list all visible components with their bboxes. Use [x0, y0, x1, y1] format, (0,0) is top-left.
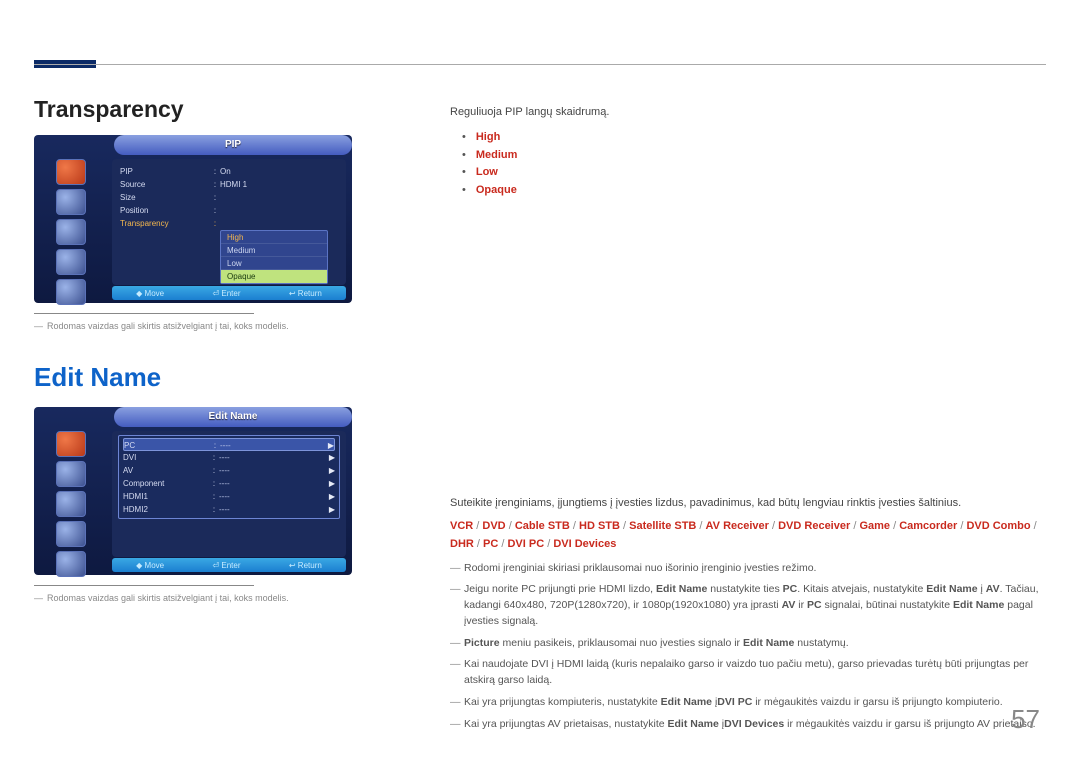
osd-side-icons	[40, 427, 102, 581]
osd-title: Edit Name	[114, 407, 352, 427]
page-number: 57	[1011, 704, 1040, 735]
list-item: Medium	[462, 147, 1040, 165]
note-item: Rodomi įrenginiai skiriasi priklausomai …	[464, 561, 1040, 577]
list-item: Opaque	[462, 182, 1040, 200]
osd-title: PIP	[114, 135, 352, 155]
osd-footer: ◆ Move ⏎ Enter ↩ Return	[112, 286, 346, 300]
heading-transparency: Transparency	[34, 96, 414, 123]
divider	[34, 313, 254, 314]
osd-dropdown: High Medium Low Opaque	[220, 230, 328, 284]
device-list: VCR / DVD / Cable STB / HD STB / Satelli…	[450, 518, 1040, 552]
header-rule	[34, 64, 1046, 65]
list-item: High	[462, 129, 1040, 147]
transparency-intro: Reguliuoja PIP langų skaidrumą.	[450, 104, 1040, 121]
divider	[34, 585, 254, 586]
disclaimer-note: ―Rodomas vaizdas gali skirtis atsižvelgi…	[34, 320, 414, 332]
osd-screenshot-edit-name: Edit Name PC:----▶ DVI:----▶ AV:----▶ Co…	[34, 407, 352, 575]
note-sub: Kai yra prijungtas AV prietaisas, nustat…	[464, 717, 1040, 733]
transparency-options-list: High Medium Low Opaque	[450, 129, 1040, 199]
osd-screenshot-pip: PIP PIP:On Source:HDMI 1 Size: Position:…	[34, 135, 352, 303]
note-item: Picture meniu pasikeis, priklausomai nuo…	[464, 636, 1040, 652]
disclaimer-note: ―Rodomas vaizdas gali skirtis atsižvelgi…	[34, 592, 414, 604]
osd-side-icons	[40, 155, 102, 309]
edit-name-intro: Suteikite įrenginiams, įjungtiems į įves…	[450, 495, 1040, 512]
note-sub: Kai yra prijungtas kompiuteris, nustatyk…	[464, 695, 1040, 711]
osd-footer: ◆ Move ⏎ Enter ↩ Return	[112, 558, 346, 572]
heading-edit-name: Edit Name	[34, 362, 414, 393]
note-sub: Kai naudojate DVI į HDMI laidą (kuris ne…	[464, 657, 1040, 689]
list-item: Low	[462, 164, 1040, 182]
note-item: Jeigu norite PC prijungti prie HDMI lizd…	[464, 582, 1040, 629]
